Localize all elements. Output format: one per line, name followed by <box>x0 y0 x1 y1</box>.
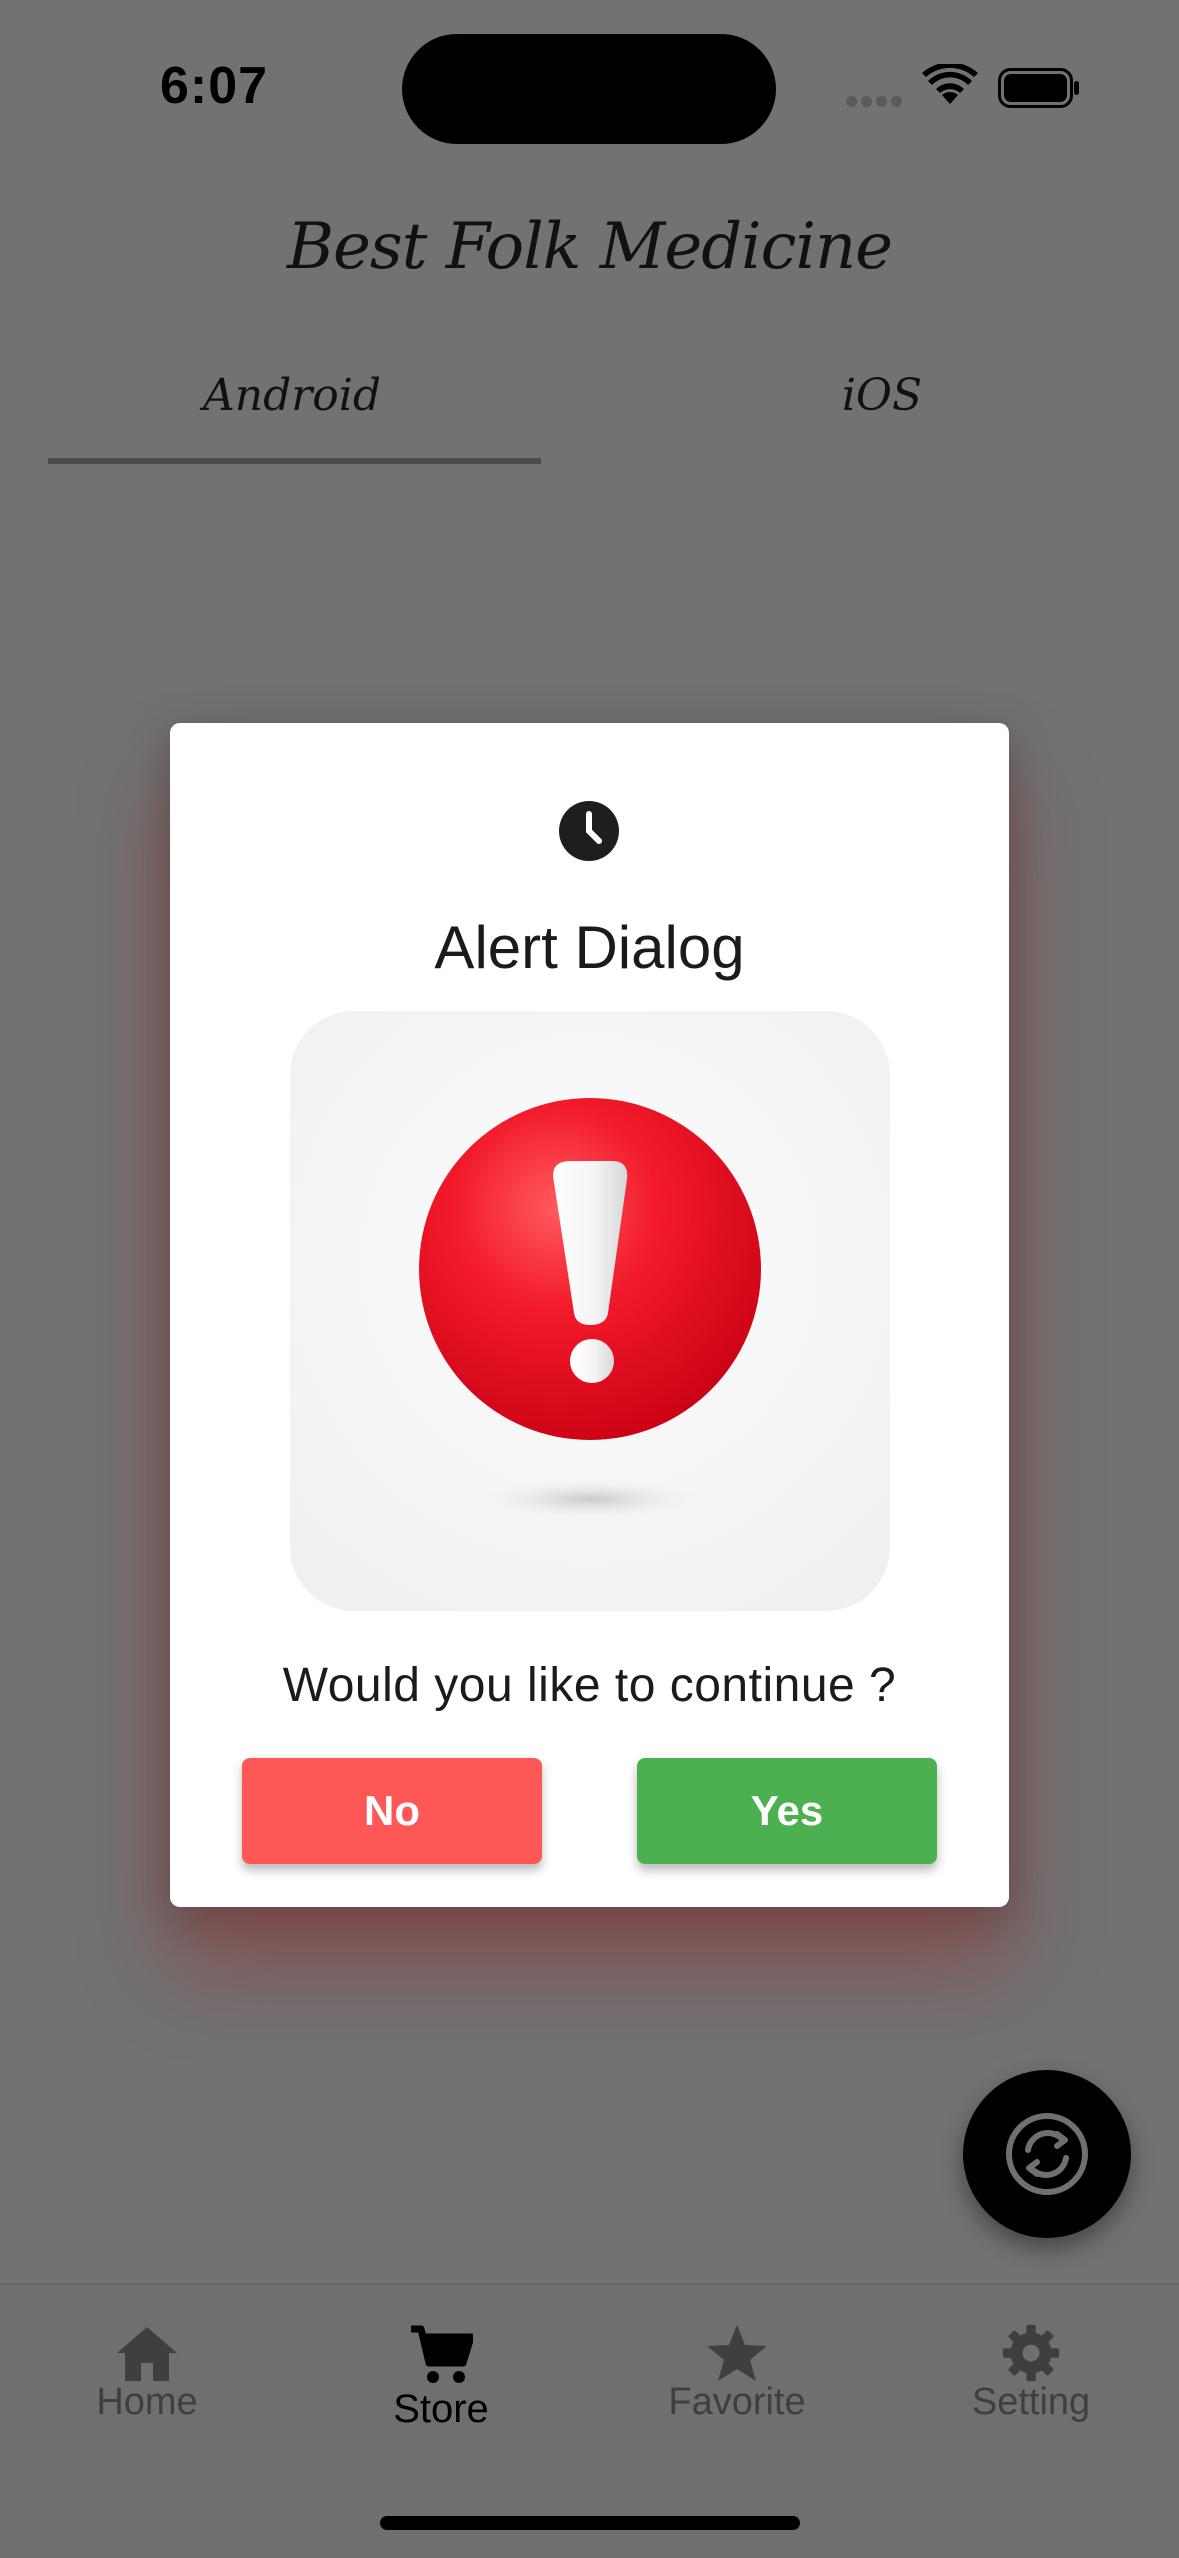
wifi-icon <box>922 64 978 104</box>
exclamation-icon <box>419 1098 761 1519</box>
cart-icon <box>411 2325 473 2383</box>
nav-label-favorite: Favorite <box>668 2381 806 2423</box>
nav-label-home: Home <box>96 2381 198 2423</box>
home-icon <box>117 2327 177 2381</box>
tab-selected-indicator <box>48 458 541 464</box>
yes-button[interactable]: Yes <box>637 1758 937 1864</box>
nav-item-home[interactable]: Home <box>0 2285 294 2485</box>
star-icon <box>707 2325 767 2381</box>
no-button[interactable]: No <box>242 1758 542 1864</box>
nav-label-setting: Setting <box>971 2381 1091 2423</box>
nav-label-store: Store <box>393 2387 489 2431</box>
tab-android[interactable]: Android <box>22 370 562 421</box>
clock-icon <box>559 801 619 861</box>
gear-icon <box>1002 2324 1060 2382</box>
tab-ios[interactable]: iOS <box>612 370 1152 421</box>
battery-icon <box>998 68 1079 108</box>
home-indicator[interactable] <box>380 2516 800 2530</box>
nav-item-setting[interactable]: Setting <box>884 2285 1178 2485</box>
refresh-fab[interactable] <box>963 2070 1131 2238</box>
refresh-icon <box>1006 2113 1088 2195</box>
dynamic-island <box>402 34 776 144</box>
status-time: 6:07 <box>160 57 269 115</box>
dialog-message: Would you like to continue ? <box>282 1659 897 1712</box>
nav-item-favorite[interactable]: Favorite <box>590 2285 884 2485</box>
alert-dialog: Alert Dialog Would you like to continue … <box>170 723 1009 1907</box>
alert-exclamation-image <box>290 1011 890 1611</box>
status-bar: 6:07 <box>0 0 1179 180</box>
dialog-title: Alert Dialog <box>434 914 745 981</box>
app-title: Best Folk Medicine <box>286 210 893 284</box>
nav-item-store[interactable]: Store <box>294 2285 588 2485</box>
cellular-signal-icon <box>846 94 908 108</box>
